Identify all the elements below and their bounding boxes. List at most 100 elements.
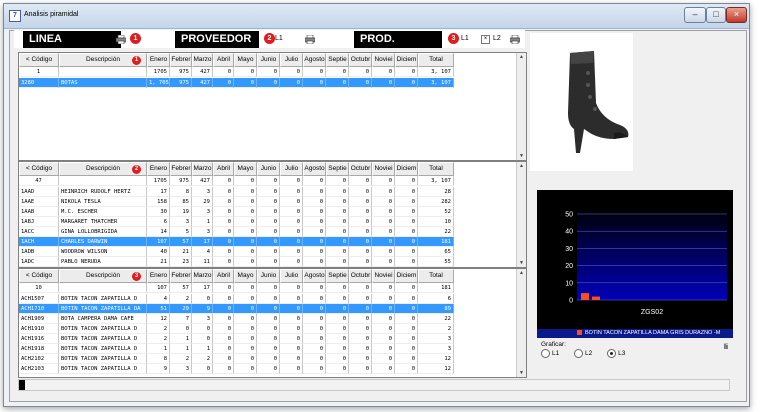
maximize-button[interactable]: □ [706, 7, 726, 23]
value-cell: 0 [349, 227, 372, 237]
table-row[interactable]: 1ABJ MARGARET THATCHER 6 3 1 0 0 0 0 0 0 0 0 0 10 [19, 217, 454, 227]
column-header[interactable]: Febrer [170, 53, 192, 67]
graficar-label: Graficar: [541, 341, 566, 348]
table-row[interactable]: 1AAD HEINRICH RUDOLF HERTZ 17 8 3 0 0 0 0 0 0 0 0 0 28 [19, 187, 454, 197]
column-header[interactable]: Marzo [192, 53, 213, 67]
column-header[interactable]: Marzo [192, 162, 213, 176]
table-row[interactable]: ACH2102 BOTIN TACON ZAPATILLA D8220000000… [19, 354, 454, 364]
column-header[interactable]: < Código [19, 269, 59, 283]
column-header[interactable]: Enero [147, 162, 170, 176]
column-header[interactable]: Febrer [170, 269, 192, 283]
scroll-down-icon[interactable]: ▼ [517, 152, 526, 160]
column-header[interactable]: < Código [19, 53, 59, 67]
column-header[interactable]: Noviei [372, 53, 395, 67]
column-header[interactable]: Abril [213, 162, 234, 176]
table-row[interactable]: 1ADB WOODROW WILSON 40 21 4 0 0 0 0 0 0 0 0 0 65 [19, 247, 454, 257]
column-header[interactable]: Total [418, 162, 454, 176]
column-header[interactable]: Octubr [349, 162, 372, 176]
column-header[interactable]: Junio [257, 162, 280, 176]
value-cell: 0 [326, 294, 349, 304]
column-header[interactable]: Julio [280, 53, 303, 67]
column-header[interactable]: Marzo [192, 269, 213, 283]
column-header[interactable]: < Código [19, 162, 59, 176]
description-cell: BOTIN TACON ZAPATILLA D [59, 354, 147, 364]
column-header[interactable]: Diciem [395, 269, 418, 283]
graficar-option-l1[interactable]: L1 [541, 349, 559, 358]
column-header[interactable]: Enero [147, 53, 170, 67]
radio-l3[interactable] [607, 349, 617, 358]
column-header[interactable]: Junio [257, 53, 280, 67]
value-cell: 0 [349, 344, 372, 354]
column-header[interactable]: Octubr [349, 53, 372, 67]
producto-grid[interactable]: < Código Descripción Enero Febrer Marzo Abril… [18, 268, 527, 378]
value-cell: 4 [192, 247, 213, 257]
radio-l1[interactable] [541, 349, 550, 358]
table-row[interactable]: ACH2103 BOTIN TACON ZAPATILLA D9300000000… [19, 364, 454, 374]
summary-cell: 427 [192, 176, 213, 186]
value-cell: 0 [326, 237, 349, 247]
column-header[interactable]: Noviei [372, 269, 395, 283]
graficar-option-l3[interactable]: L3 [607, 349, 625, 358]
column-header[interactable]: Total [418, 53, 454, 67]
vertical-scrollbar[interactable]: ▲ ▼ [516, 162, 526, 267]
scroll-up-icon[interactable]: ▲ [517, 53, 526, 61]
minimize-button[interactable]: – [684, 7, 706, 23]
column-header[interactable]: Febrer [170, 162, 192, 176]
column-header[interactable]: Enero [147, 269, 170, 283]
table-row[interactable]: ACH1910 BOTIN TACON ZAPATILLA D2000000000… [19, 324, 454, 334]
print-proveedor-icon[interactable] [305, 35, 315, 44]
scroll-down-icon[interactable]: ▼ [517, 369, 526, 377]
column-header[interactable]: Noviei [372, 162, 395, 176]
vertical-scrollbar[interactable]: ▲ ▼ [516, 269, 526, 377]
column-header[interactable]: Septie [326, 162, 349, 176]
scroll-down-icon[interactable]: ▼ [517, 259, 526, 267]
column-header[interactable]: Agosto [303, 269, 326, 283]
print-linea-icon[interactable] [116, 35, 126, 44]
table-row[interactable]: 1ADC PABLO NERUDA 21 23 11 0 0 0 0 0 0 0 0 0 55 [19, 257, 454, 267]
scroll-up-icon[interactable]: ▲ [517, 162, 526, 170]
table-row[interactable]: ACH1909 BOTA CAMPERA DAMA CAFE 12 7 3 0 0 0 0 0 0 0… [19, 314, 454, 324]
scroll-thumb[interactable] [19, 380, 25, 390]
vertical-scrollbar[interactable]: ▲ ▼ [516, 53, 526, 160]
column-header[interactable]: Mayo [234, 269, 257, 283]
summary-cell: 0 [326, 176, 349, 186]
horizontal-scrollbar[interactable] [18, 379, 730, 391]
table-row[interactable]: 3280 BOTAS 1, 705 975 427 0 0 0 0 0 0 0 0 0 3, 107 [19, 78, 454, 88]
value-cell: 14 [147, 227, 170, 237]
close-button[interactable]: × [726, 7, 747, 23]
column-header[interactable]: Junio [257, 269, 280, 283]
value-cell: 0 [213, 324, 234, 334]
column-header[interactable]: Septie [326, 53, 349, 67]
value-cell: 0 [257, 354, 280, 364]
close-small-icon[interactable]: × [481, 35, 490, 44]
column-header[interactable]: Diciem [395, 162, 418, 176]
column-header[interactable]: Julio [280, 162, 303, 176]
column-header[interactable]: Mayo [234, 53, 257, 67]
column-header[interactable]: Agosto [303, 162, 326, 176]
table-row[interactable]: 1ACC GINA LOLLOBRIGIDA 14 5 3 0 0 0 0 0 0 0 0 0 22 [19, 227, 454, 237]
graficar-option-l2[interactable]: L2 [574, 349, 592, 358]
table-row[interactable]: 1AAE NIKOLA TESLA 158 85 29 0 0 0 0 0 0 0 0 0 282 [19, 197, 454, 207]
column-header[interactable]: Septie [326, 269, 349, 283]
table-row[interactable]: ACH1916 BOTIN TACON ZAPATILLA D2100000000… [19, 334, 454, 344]
table-row[interactable]: ACH1710 BOTIN TACON ZAPATILLA DA 51 29 9 0 0 0 0… [19, 304, 454, 314]
column-header[interactable]: Diciem [395, 53, 418, 67]
table-row[interactable]: 1AAB M.C. ESCHER 30 19 3 0 0 0 0 0 0 0 0 0 52 [19, 207, 454, 217]
table-row[interactable]: ACH1918 BOTIN TACON ZAPATILLA D1110000000… [19, 344, 454, 354]
chart-bar [581, 293, 589, 300]
scroll-up-icon[interactable]: ▲ [517, 269, 526, 277]
proveedor-grid[interactable]: < Código Descripción Enero Febrer Marzo Abril… [18, 161, 527, 268]
column-header[interactable]: Mayo [234, 162, 257, 176]
linea-label: LINEA [23, 31, 121, 48]
column-header[interactable]: Abril [213, 269, 234, 283]
column-header[interactable]: Julio [280, 269, 303, 283]
table-row[interactable]: ACH1507 BOTIN TACON ZAPATILLA D4200000000… [19, 294, 454, 304]
print-prod-icon[interactable] [510, 35, 520, 44]
table-row[interactable]: 1ACH CHARLES DARWIN 107 57 17 0 0 0 0 0 0 0 0 0 181 [19, 237, 454, 247]
column-header[interactable]: Abril [213, 53, 234, 67]
column-header[interactable]: Octubr [349, 269, 372, 283]
column-header[interactable]: Total [418, 269, 454, 283]
radio-l2[interactable] [574, 349, 584, 358]
linea-grid[interactable]: < Código Descripción Enero Febrer Marzo Abril… [18, 52, 527, 161]
column-header[interactable]: Agosto [303, 53, 326, 67]
